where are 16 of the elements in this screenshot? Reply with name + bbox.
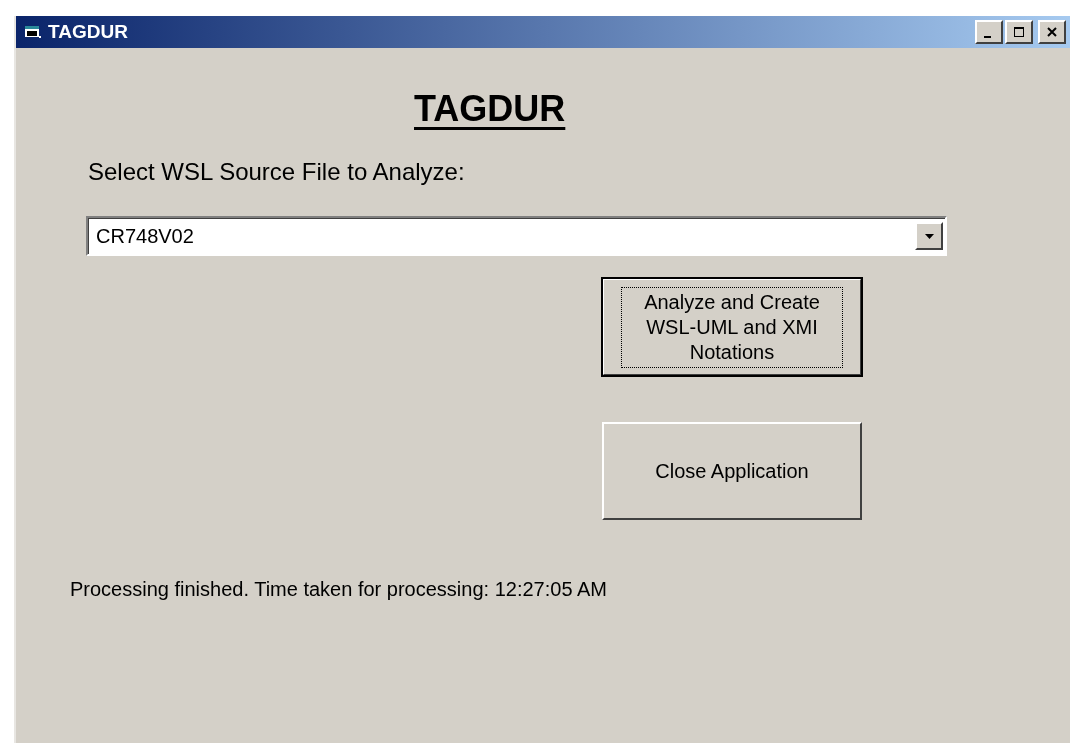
status-message: Processing finished. Time taken for processing: 12:27:05 AM — [70, 578, 607, 601]
minimize-button[interactable] — [975, 20, 1003, 44]
close-icon — [1046, 27, 1058, 37]
source-file-dropdown[interactable]: CR748V02 — [86, 216, 947, 256]
app-heading: TAGDUR — [414, 88, 566, 130]
source-file-label: Select WSL Source File to Analyze: — [88, 158, 466, 186]
minimize-icon — [984, 36, 991, 38]
maximize-icon — [1013, 27, 1025, 37]
window-icon — [24, 25, 42, 39]
window-title: TAGDUR — [48, 21, 128, 43]
maximize-button[interactable] — [1005, 20, 1033, 44]
analyze-button[interactable]: Analyze and Create WSL-UML and XMI Notations — [602, 278, 862, 376]
close-button[interactable] — [1038, 20, 1066, 44]
close-application-button[interactable]: Close Application — [602, 422, 862, 520]
dropdown-arrow-button[interactable] — [915, 222, 943, 250]
caret-icon — [924, 233, 934, 239]
